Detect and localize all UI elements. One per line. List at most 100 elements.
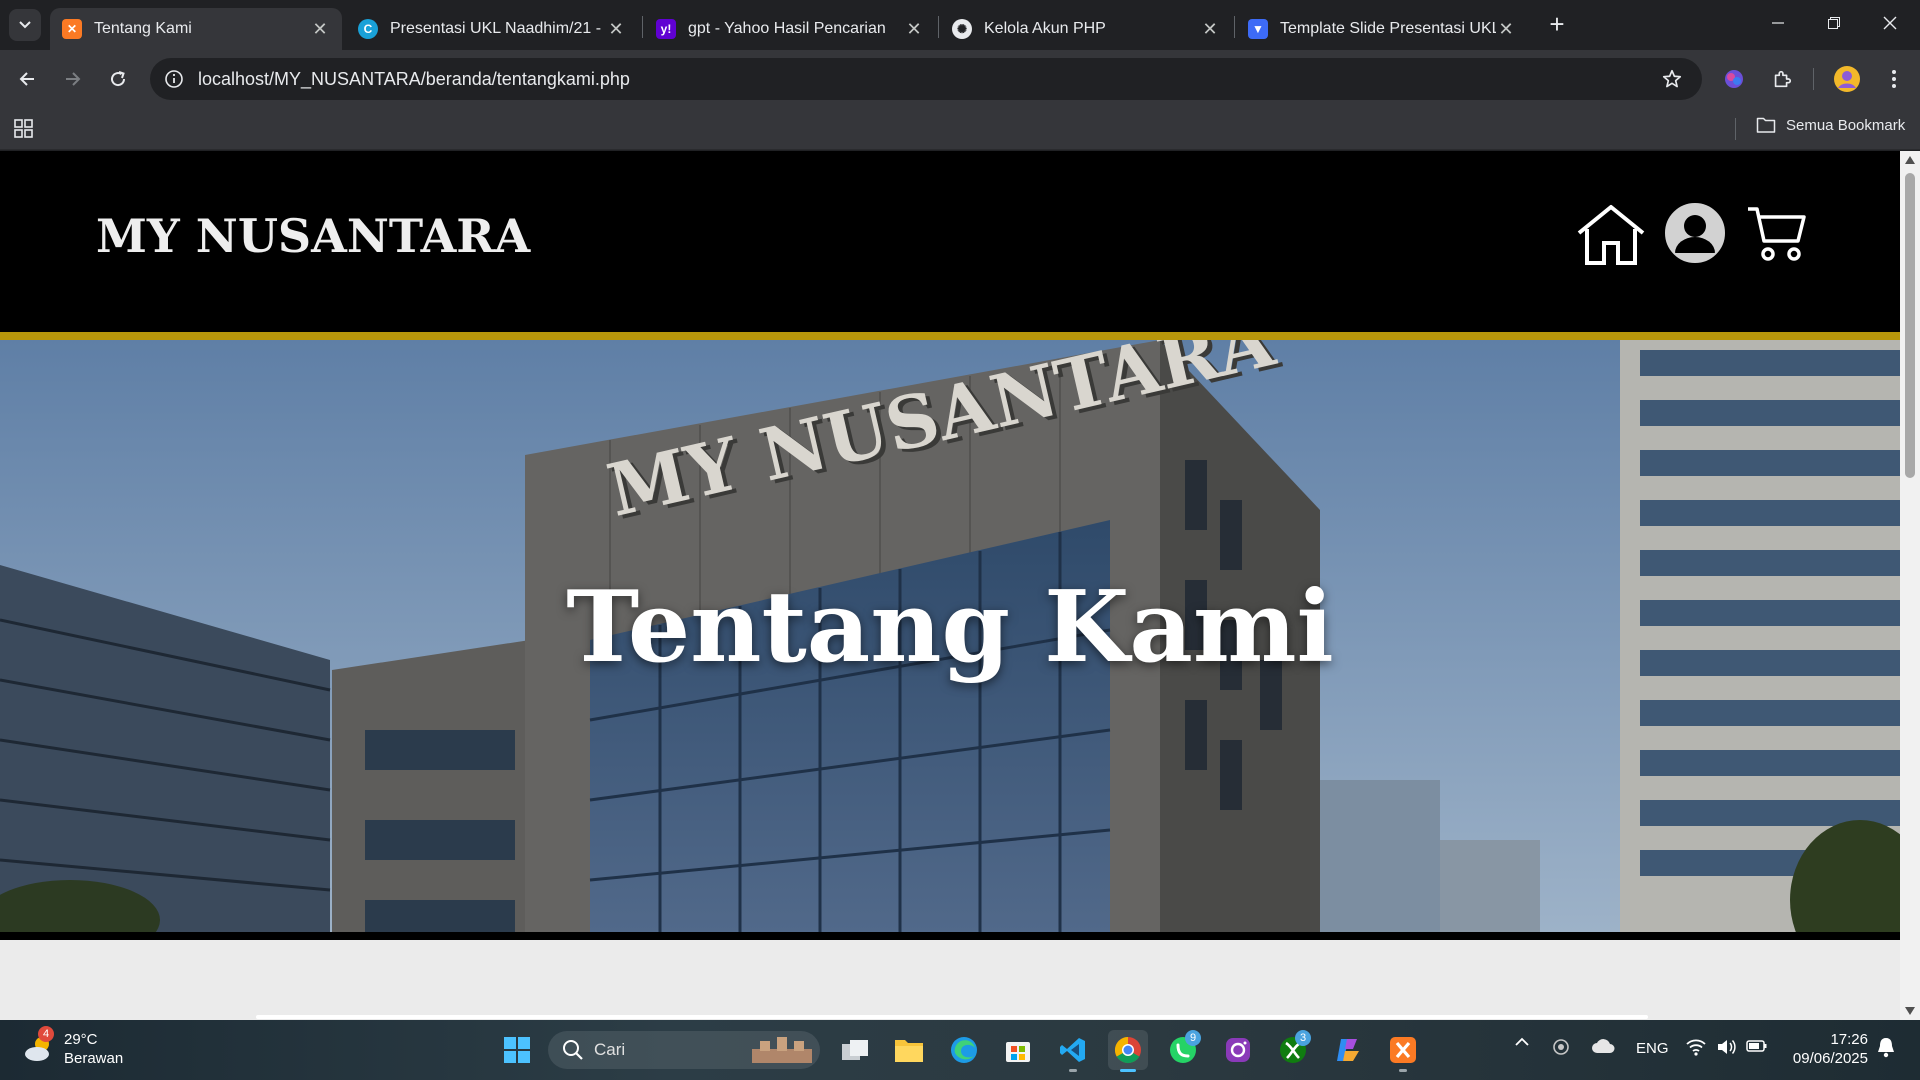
home-button[interactable] — [1576, 203, 1646, 272]
browser-toolbar: localhost/MY_NUSANTARA/beranda/tentangka… — [0, 50, 1920, 108]
scroll-thumb[interactable] — [1905, 173, 1915, 478]
close-window-button[interactable] — [1862, 0, 1918, 46]
tray-app-button[interactable] — [1552, 1038, 1570, 1060]
tab-separator — [1234, 16, 1235, 38]
weather-icon: 4 — [22, 1026, 56, 1066]
info-icon[interactable] — [164, 69, 184, 89]
start-button[interactable] — [497, 1030, 537, 1070]
yahoo-icon: y! — [656, 19, 676, 39]
xampp-button[interactable] — [1383, 1030, 1423, 1072]
tab-template-slide[interactable]: ▼ Template Slide Presentasi UKL ✕ — [1236, 8, 1528, 50]
tab-strip: ✕ Tentang Kami ✕ C Presentasi UKL Naadhi… — [0, 0, 1920, 50]
close-icon — [1883, 16, 1897, 30]
tab-title: Template Slide Presentasi UKL — [1280, 20, 1496, 37]
more-vert-icon — [1892, 70, 1896, 88]
slidesgo-icon: ▼ — [1248, 19, 1268, 39]
arrow-left-icon — [19, 72, 34, 86]
battery-button[interactable] — [1746, 1038, 1768, 1058]
avatar-icon — [1834, 66, 1860, 92]
chevron-up-icon — [1515, 1037, 1529, 1046]
scroll-down-arrow-icon[interactable] — [1905, 1007, 1915, 1015]
onedrive-button[interactable] — [1591, 1038, 1615, 1058]
instagram-button[interactable] — [1218, 1030, 1258, 1070]
close-tab-icon[interactable]: ✕ — [904, 19, 924, 40]
task-view-button[interactable] — [835, 1030, 875, 1070]
restore-button[interactable] — [1806, 0, 1862, 46]
address-bar[interactable]: localhost/MY_NUSANTARA/beranda/tentangka… — [150, 58, 1702, 100]
notifications-button[interactable] — [1876, 1036, 1896, 1062]
copilot-button[interactable] — [1328, 1030, 1368, 1070]
site-logo[interactable]: MY NUSANTARA — [96, 209, 530, 263]
cloud-icon — [1592, 1039, 1615, 1053]
tab-separator — [642, 16, 643, 38]
url-text[interactable]: localhost/MY_NUSANTARA/beranda/tentangka… — [198, 69, 630, 90]
chrome-button[interactable] — [1108, 1030, 1148, 1072]
apps-grid-icon — [14, 119, 33, 138]
weather-condition: Berawan — [64, 1050, 124, 1067]
forward-button[interactable] — [57, 63, 89, 95]
file-explorer-button[interactable] — [889, 1030, 929, 1070]
close-tab-icon[interactable]: ✕ — [1200, 19, 1220, 40]
volume-button[interactable] — [1716, 1038, 1736, 1060]
tab-search-button[interactable] — [9, 9, 41, 41]
user-icon — [1665, 203, 1725, 263]
language-indicator[interactable]: ENG — [1636, 1040, 1669, 1057]
page-scrollbar[interactable] — [1900, 151, 1920, 1020]
edge-button[interactable] — [944, 1030, 984, 1070]
speaker-icon — [1718, 1040, 1736, 1054]
minimize-icon — [1772, 22, 1784, 24]
new-tab-button[interactable]: + — [1543, 10, 1571, 38]
notification-badge: 3 — [1295, 1030, 1311, 1046]
apps-button[interactable] — [12, 116, 36, 145]
close-tab-icon[interactable]: ✕ — [606, 19, 626, 40]
close-tab-icon[interactable]: ✕ — [1496, 19, 1516, 40]
clock-time: 17:26 — [1830, 1031, 1868, 1048]
chrome-icon — [1114, 1036, 1141, 1064]
network-button[interactable] — [1686, 1038, 1706, 1060]
bookmarks-bar: Semua Bookmark — [0, 108, 1920, 150]
vscode-button[interactable] — [1053, 1030, 1093, 1072]
running-indicator — [1069, 1069, 1077, 1072]
accessibility-icon — [1553, 1039, 1569, 1055]
running-indicator — [1399, 1069, 1407, 1072]
menu-button[interactable] — [1878, 63, 1910, 95]
search-placeholder: Cari — [594, 1040, 626, 1059]
tab-tentang-kami[interactable]: ✕ Tentang Kami ✕ — [50, 8, 342, 50]
tab-kelola-akun[interactable]: ✺ Kelola Akun PHP ✕ — [940, 8, 1232, 50]
tab-yahoo[interactable]: y! gpt - Yahoo Hasil Pencarian ✕ — [644, 8, 936, 50]
notification-badge: 9 — [1185, 1030, 1201, 1046]
whatsapp-button[interactable]: 9 — [1163, 1030, 1203, 1070]
chatgpt-icon: ✺ — [952, 19, 972, 39]
profile-button[interactable] — [1831, 63, 1863, 95]
windows-icon — [504, 1037, 530, 1063]
home-icon — [1577, 205, 1645, 265]
store-button[interactable] — [998, 1030, 1038, 1070]
minimize-button[interactable] — [1750, 0, 1806, 46]
bookmark-star-button[interactable] — [1656, 63, 1688, 95]
show-hidden-icons-button[interactable] — [1514, 1034, 1530, 1054]
cart-button[interactable] — [1746, 203, 1808, 268]
back-button[interactable] — [11, 63, 43, 95]
extensions-button[interactable] — [1766, 63, 1798, 95]
page-viewport: MY NUSANTARA MY NUSANTARA Tentang Kami — [0, 151, 1900, 1020]
reload-button[interactable] — [102, 63, 134, 95]
vscode-icon — [1060, 1038, 1085, 1062]
clock[interactable]: 17:26 09/06/2025 — [1788, 1030, 1868, 1068]
all-bookmarks-button[interactable]: Semua Bookmark — [1756, 116, 1905, 134]
taskbar-search[interactable]: Cari — [548, 1031, 820, 1069]
tab-title: Kelola Akun PHP — [984, 20, 1106, 37]
restore-icon — [1828, 17, 1840, 29]
arrow-right-icon — [66, 72, 81, 86]
wifi-icon — [1686, 1039, 1706, 1056]
gemini-extension-button[interactable] — [1718, 63, 1750, 95]
xampp-icon — [1390, 1037, 1416, 1063]
folder-icon — [895, 1040, 923, 1062]
profile-link[interactable] — [1665, 203, 1725, 268]
task-view-icon — [842, 1040, 868, 1060]
xbox-button[interactable]: 3 — [1273, 1030, 1313, 1070]
weather-widget[interactable]: 4 29°C Berawan — [22, 1026, 124, 1068]
chevron-down-icon — [19, 21, 31, 29]
close-tab-icon[interactable]: ✕ — [310, 19, 330, 40]
scroll-up-arrow-icon[interactable] — [1905, 156, 1915, 164]
tab-presentasi[interactable]: C Presentasi UKL Naadhim/21 - P ✕ — [346, 8, 638, 50]
